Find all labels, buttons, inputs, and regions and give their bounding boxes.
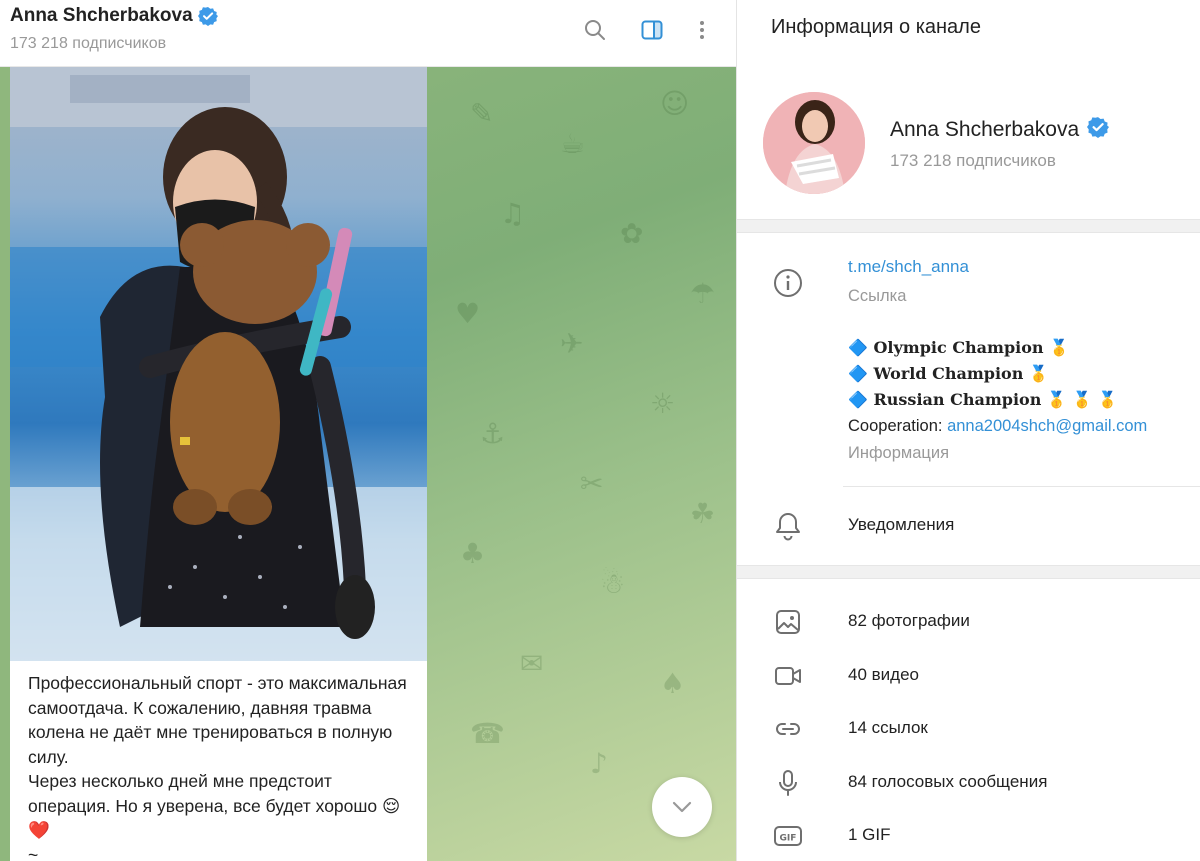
channel-info-panel: Информация о канале Anna Shcherbakova 17…: [736, 0, 1200, 861]
profile-name-text: Anna Shcherbakova: [890, 118, 1080, 141]
chevron-down-icon: [672, 801, 692, 813]
email-link[interactable]: anna2004shch@gmail.com: [947, 417, 1147, 435]
video-icon: [771, 659, 805, 693]
gif-count: 1 GIF: [848, 825, 891, 844]
bio-caption: Информация: [848, 444, 950, 462]
media-gif-row[interactable]: GIF 1 GIF: [737, 809, 1200, 861]
profile-subscribers: 173 218 подписчиков: [890, 151, 1056, 170]
channel-post[interactable]: Профессиональный спорт - это максимальна…: [10, 67, 427, 861]
chat-area: Anna Shcherbakova 173 218 подписчиков ✎ …: [0, 0, 736, 861]
avatar[interactable]: [763, 92, 865, 194]
links-count: 14 ссылок: [848, 718, 928, 737]
more-vertical-icon: [700, 21, 704, 39]
info-panel-title: Информация о канале: [771, 16, 981, 38]
media-voice-row[interactable]: 84 голосовых сообщения: [737, 756, 1200, 810]
gif-icon: GIF: [771, 819, 805, 853]
channel-title[interactable]: Anna Shcherbakova: [10, 5, 218, 27]
videos-count: 40 видео: [848, 665, 919, 684]
row-separator: [843, 486, 1200, 487]
media-photos-row[interactable]: 82 фотографии: [737, 595, 1200, 649]
channel-link[interactable]: t.me/shch_anna: [848, 257, 969, 277]
bio-line: 🔷 World Champion 🥇: [848, 364, 1049, 383]
profile-name: Anna Shcherbakova: [890, 116, 1110, 144]
verified-icon: [197, 6, 218, 26]
notifications-row[interactable]: Уведомления: [737, 499, 1200, 553]
chat-header[interactable]: Anna Shcherbakova 173 218 подписчиков: [0, 0, 736, 67]
skater-photo-illustration: [10, 67, 427, 661]
search-icon: [585, 20, 605, 40]
chat-edge: [0, 67, 10, 861]
media-videos-row[interactable]: 40 видео: [737, 649, 1200, 703]
toggle-info-panel-button[interactable]: [634, 12, 670, 48]
link-icon: [771, 712, 805, 746]
svg-text:GIF: GIF: [780, 834, 797, 844]
more-options-button[interactable]: [684, 12, 720, 48]
voice-count: 84 голосовых сообщения: [848, 772, 1048, 791]
bio-line: 🔷 Russian Champion 🥇 🥇 🥇: [848, 390, 1118, 409]
image-icon: [771, 605, 805, 639]
channel-bio: 🔷 Olympic Champion 🥇 🔷 World Champion 🥇 …: [848, 335, 1147, 439]
link-caption: Ссылка: [848, 287, 907, 305]
media-links-row[interactable]: 14 ссылок: [737, 702, 1200, 756]
microphone-icon: [771, 766, 805, 800]
notifications-label: Уведомления: [848, 515, 955, 534]
avatar-image: [763, 92, 865, 194]
scroll-to-bottom-button[interactable]: [652, 777, 712, 837]
post-photo[interactable]: [10, 67, 427, 661]
bell-icon: [771, 509, 805, 543]
section-divider: [737, 219, 1200, 233]
info-icon: [771, 266, 805, 300]
photos-count: 82 фотографии: [848, 611, 970, 630]
search-button[interactable]: [577, 12, 613, 48]
cooperation-label: Cooperation:: [848, 417, 948, 435]
verified-icon: [1087, 116, 1110, 144]
section-divider: [737, 565, 1200, 579]
bio-cooperation-line: Cooperation: anna2004shch@gmail.com: [848, 413, 1147, 439]
subscriber-count: 173 218 подписчиков: [10, 35, 167, 52]
bio-line: 🔷 Olympic Champion 🥇: [848, 338, 1070, 357]
post-text: Профессиональный спорт - это максимальна…: [28, 673, 407, 861]
channel-name: Anna Shcherbakova: [10, 5, 193, 26]
sidebar-toggle-icon: [641, 20, 663, 40]
